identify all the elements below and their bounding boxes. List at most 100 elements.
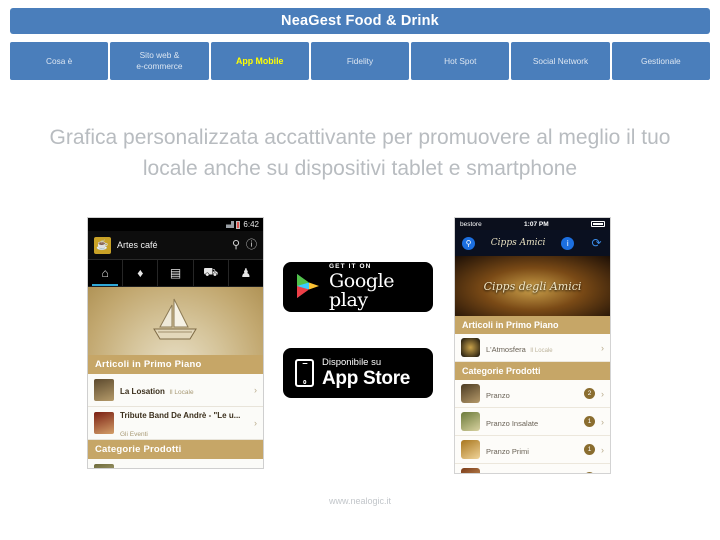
item-title: La Losation	[120, 387, 165, 396]
iphone-status-bar: bestore 1:07 PM	[455, 218, 610, 230]
app-logo-icon: ☕	[94, 236, 111, 254]
app-store-badge[interactable]: Disponibile su App Store	[283, 348, 433, 398]
item-thumbnail	[94, 379, 114, 401]
chevron-right-icon: ›	[601, 342, 604, 353]
cart-icon: ⛟	[203, 265, 219, 279]
item-text: Pranzo Secondi	[486, 469, 578, 474]
info-icon[interactable]: i	[561, 236, 575, 250]
tab-sito-web-ecommerce[interactable]: Sito web & e-commerce	[110, 42, 209, 80]
android-tab-home[interactable]: ⌂	[88, 260, 124, 286]
item-subtitle: Il Locale	[530, 347, 553, 354]
iphone-nav-logo: Cipps Amici	[490, 238, 546, 248]
android-hero-image	[88, 287, 263, 355]
item-subtitle: Il Locale	[169, 389, 194, 396]
tab-label: Cosa è	[45, 55, 73, 66]
list-item[interactable]: Pranzo Primi 1 ›	[455, 436, 610, 464]
item-text: Pranzo Insalate	[486, 413, 578, 431]
app-store-big-text: App Store	[322, 367, 411, 389]
app-store-small-text: Disponibile su	[322, 357, 382, 369]
item-text: La Losation Il Locale	[120, 381, 248, 399]
list-item[interactable]: La Losation Il Locale ›	[88, 374, 263, 407]
tab-app-mobile[interactable]: App Mobile	[210, 42, 309, 80]
iphone-featured-list: L'Atmosfera Il Locale ›	[455, 334, 610, 362]
content-row: 6:42 ☕ Artes café ⚲ ⓘ ⌂ ♦ ▤ ⛟ ♟ Articoli…	[0, 218, 720, 480]
iphone-carrier: bestore	[460, 220, 482, 228]
chevron-right-icon: ›	[601, 388, 604, 399]
tab-label: Gestionale	[640, 55, 681, 66]
item-count-badge: 2	[584, 388, 595, 399]
apple-iphone-icon	[295, 359, 314, 387]
list-item[interactable]: Pranzo Insalate 1 ›	[455, 408, 610, 436]
fidelity-diamond-icon: ♦	[137, 266, 144, 280]
location-pin-icon[interactable]: ⚲	[232, 239, 240, 251]
item-thumbnail	[94, 464, 114, 468]
tab-label: App Mobile	[236, 55, 284, 66]
android-tab-profilo[interactable]: ♟	[229, 260, 263, 286]
chevron-right-icon: ›	[601, 473, 604, 474]
item-title: Pranzo Primi	[486, 446, 529, 456]
tab-label: Hot Spot	[444, 55, 477, 66]
page-header-bar: NeaGest Food & Drink	[10, 8, 710, 34]
item-title: L'Atmosfera	[486, 344, 526, 354]
tab-label: Social Network	[532, 55, 589, 66]
profile-icon: ♟	[240, 266, 252, 280]
battery-icon	[591, 221, 605, 227]
item-thumbnail	[461, 412, 480, 431]
footer-url: www.nealogic.it	[328, 496, 392, 506]
tab-gestionale[interactable]: Gestionale	[611, 42, 710, 80]
tab-fidelity[interactable]: Fidelity	[310, 42, 410, 80]
iphone-categories-section-title: Categorie Prodotti	[455, 362, 610, 380]
item-text: Pranzo Primi	[486, 441, 578, 459]
chevron-right-icon: ›	[601, 416, 604, 427]
page-title: NeaGest Food & Drink	[281, 13, 439, 29]
list-item[interactable]: L'Atmosfera Il Locale ›	[455, 334, 610, 362]
iphone-hero-image: Cipps degli Amici	[455, 256, 610, 316]
item-thumbnail	[461, 468, 480, 473]
item-title: Pranzo	[486, 390, 510, 400]
item-thumbnail	[461, 384, 480, 403]
android-status-bar: 6:42	[88, 218, 263, 231]
android-clock: 6:42	[243, 220, 259, 229]
tab-cosa-e[interactable]: Cosa è	[10, 42, 109, 80]
main-nav: Cosa è Sito web & e-commerce App Mobile …	[10, 42, 710, 80]
android-categories-section-title: Categorie Prodotti	[88, 440, 263, 459]
boat-illustration-icon	[152, 298, 197, 340]
signal-icon	[226, 221, 235, 228]
refresh-icon[interactable]: ⟳	[590, 236, 603, 250]
item-subtitle: Gli Eventi	[120, 431, 148, 438]
android-featured-list: La Losation Il Locale › Tribute Band De …	[88, 374, 263, 440]
item-title: Tribute Band De Andrè - "Le u...	[120, 411, 241, 420]
headline-text: Grafica personalizzata accattivante per …	[49, 126, 671, 180]
item-count-badge: 1	[584, 416, 595, 427]
android-tab-news[interactable]: ▤	[158, 260, 194, 286]
chevron-right-icon: ›	[601, 444, 604, 455]
android-app-name: Artes café	[117, 240, 158, 250]
item-count-badge: 0	[584, 472, 595, 473]
info-icon[interactable]: ⓘ	[246, 239, 257, 251]
item-text: Tribute Band De Andrè - "Le u... Gli Eve…	[120, 405, 248, 441]
tab-label: Fidelity	[346, 55, 374, 66]
iphone-hero-logo: Cipps degli Amici	[483, 279, 582, 293]
item-count-badge: 1	[584, 444, 595, 455]
list-item[interactable]: Tribute Band De Andrè - "Le u... Gli Eve…	[88, 407, 263, 440]
google-play-badge[interactable]: GET IT ON Google play	[283, 262, 433, 312]
item-thumbnail	[461, 440, 480, 459]
location-pin-icon[interactable]: ⚲	[462, 236, 475, 250]
list-item[interactable]: Pranzo Secondi 0 ›	[455, 464, 610, 473]
android-tab-strip: ⌂ ♦ ▤ ⛟ ♟	[88, 260, 263, 287]
tab-label: Sito web & e-commerce	[136, 50, 183, 71]
list-item[interactable]: Pranzo 2 ›	[455, 380, 610, 408]
news-icon: ▤	[169, 266, 182, 280]
iphone-clock: 1:07 PM	[524, 220, 549, 228]
chevron-right-icon: ›	[254, 385, 257, 395]
google-play-triangle-icon	[297, 274, 319, 298]
item-text: Pranzo	[486, 385, 578, 403]
android-app-bar: ☕ Artes café ⚲ ⓘ	[88, 231, 263, 260]
chevron-right-icon: ›	[254, 418, 257, 428]
list-item[interactable]: I nostri Aperi ›	[88, 459, 263, 468]
android-tab-prodotti[interactable]: ⛟	[194, 260, 229, 286]
item-thumbnail	[461, 338, 480, 357]
tab-social-network[interactable]: Social Network	[511, 42, 610, 80]
android-tab-fidelity[interactable]: ♦	[123, 260, 159, 286]
tab-hot-spot[interactable]: Hot Spot	[411, 42, 510, 80]
